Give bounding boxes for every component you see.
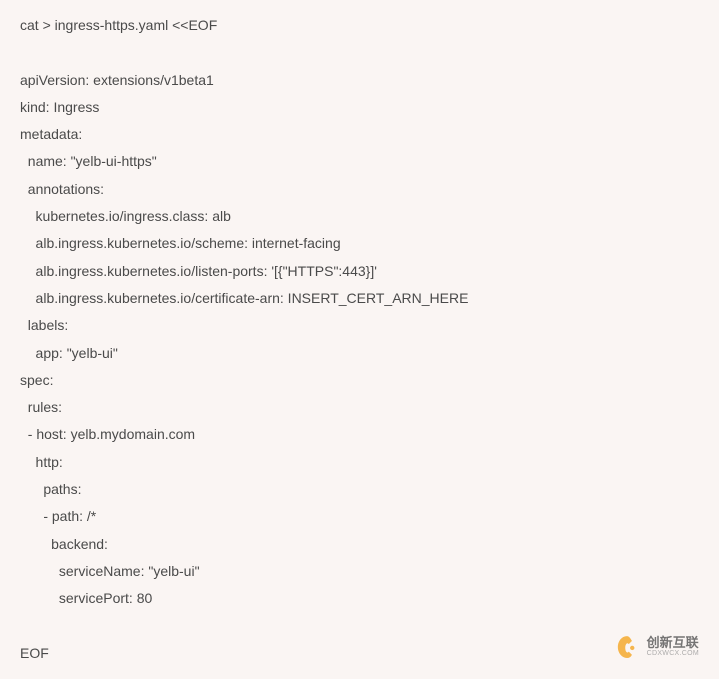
watermark-sub: CDXWCX.COM bbox=[647, 650, 699, 658]
code-line: - path: /* bbox=[20, 508, 96, 524]
code-line: backend: bbox=[20, 536, 108, 552]
watermark-text: 创新互联 CDXWCX.COM bbox=[647, 636, 699, 658]
code-line: spec: bbox=[20, 372, 53, 388]
code-line: kubernetes.io/ingress.class: alb bbox=[20, 208, 231, 224]
watermark: 创新互联 CDXWCX.COM bbox=[613, 633, 699, 661]
code-line: alb.ingress.kubernetes.io/scheme: intern… bbox=[20, 235, 341, 251]
code-line: servicePort: 80 bbox=[20, 590, 152, 606]
code-line: annotations: bbox=[20, 181, 104, 197]
code-line: metadata: bbox=[20, 126, 82, 142]
code-line: name: "yelb-ui-https" bbox=[20, 153, 157, 169]
code-line: app: "yelb-ui" bbox=[20, 345, 118, 361]
code-line: EOF bbox=[20, 645, 49, 661]
code-line: serviceName: "yelb-ui" bbox=[20, 563, 200, 579]
code-line: apiVersion: extensions/v1beta1 bbox=[20, 72, 214, 88]
code-line: http: bbox=[20, 454, 63, 470]
code-line: rules: bbox=[20, 399, 62, 415]
code-line: labels: bbox=[20, 317, 68, 333]
code-line: paths: bbox=[20, 481, 81, 497]
logo-icon bbox=[613, 633, 641, 661]
watermark-main: 创新互联 bbox=[647, 636, 699, 650]
code-block: cat > ingress-https.yaml <<EOF apiVersio… bbox=[20, 12, 699, 667]
code-line: cat > ingress-https.yaml <<EOF bbox=[20, 17, 217, 33]
code-line: alb.ingress.kubernetes.io/listen-ports: … bbox=[20, 263, 377, 279]
code-line: - host: yelb.mydomain.com bbox=[20, 426, 195, 442]
code-line: alb.ingress.kubernetes.io/certificate-ar… bbox=[20, 290, 468, 306]
code-line: kind: Ingress bbox=[20, 99, 99, 115]
